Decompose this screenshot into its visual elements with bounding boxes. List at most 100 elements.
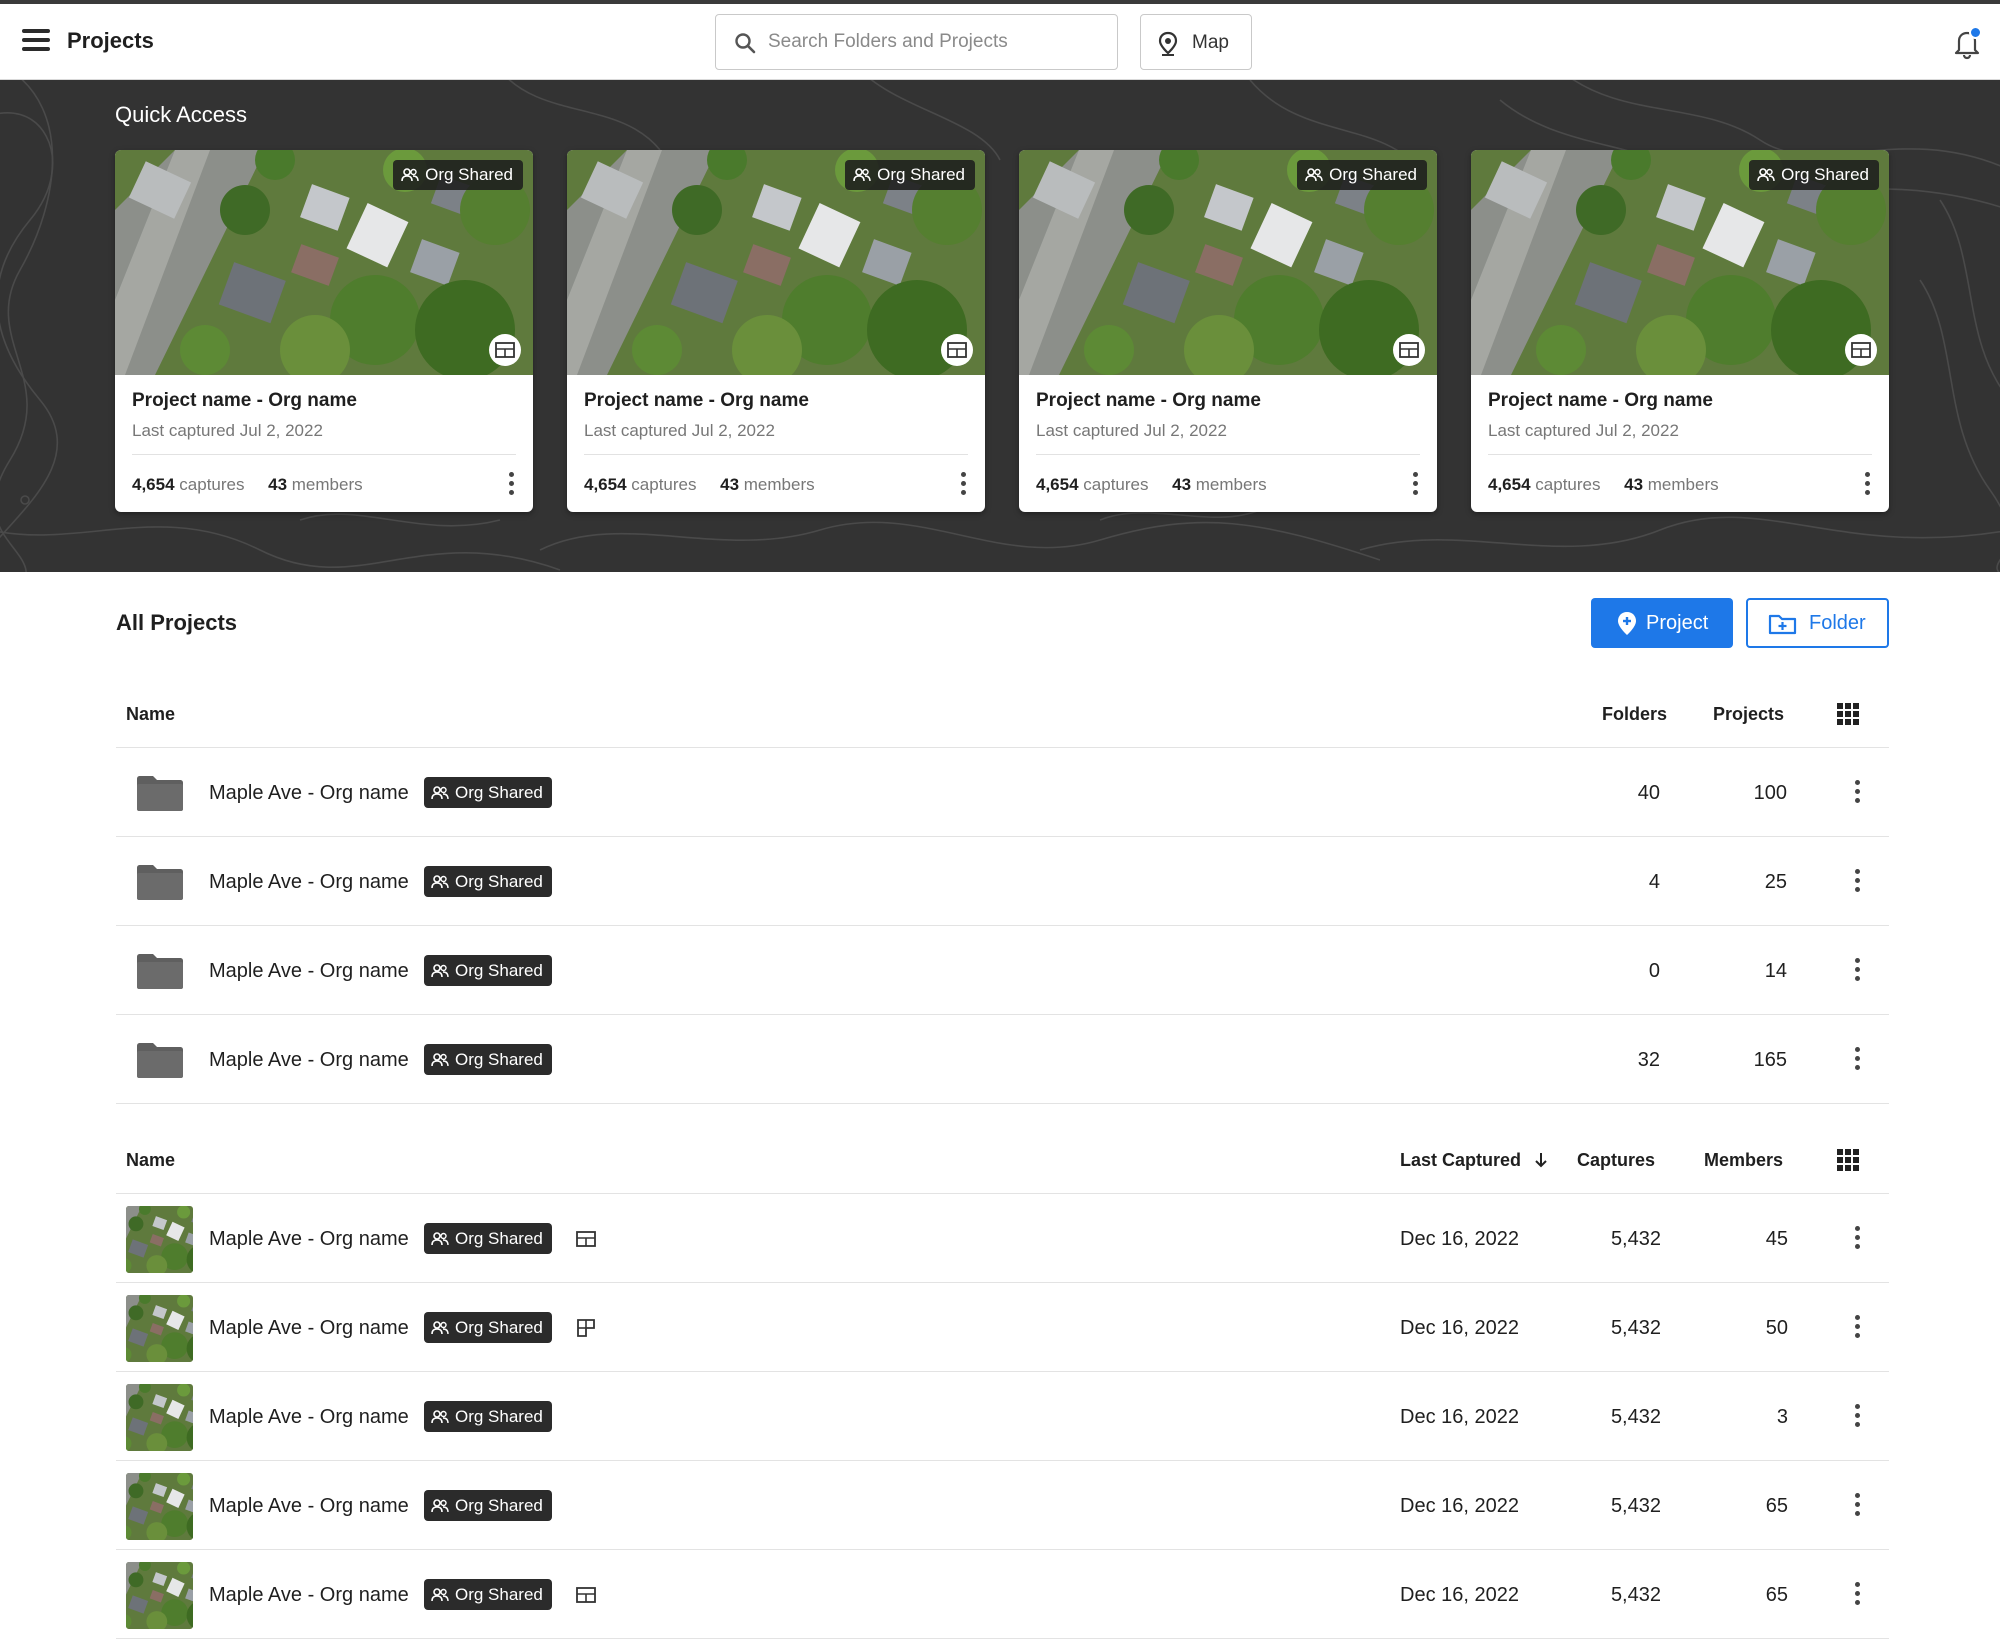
notification-bell-icon[interactable] — [1952, 26, 1982, 60]
grid-view-icon[interactable] — [1837, 703, 1859, 725]
badge-label: Org Shared — [455, 1229, 543, 1248]
folder-name[interactable]: Maple Ave - Org name — [209, 1049, 409, 1072]
project-name[interactable]: Maple Ave - Org name — [209, 1406, 409, 1429]
badge-label: Org Shared — [425, 165, 513, 184]
badge-label: Org Shared — [455, 1496, 543, 1515]
members-count: 3 — [1776, 1406, 1788, 1428]
folder-name[interactable]: Maple Ave - Org name — [209, 782, 409, 805]
org-shared-badge: Org Shared — [845, 160, 975, 190]
more-options-icon[interactable] — [1411, 472, 1419, 498]
search-input[interactable] — [768, 23, 1108, 61]
card-last-captured: Last captured Jul 2, 2022 — [132, 421, 323, 440]
more-options-icon[interactable] — [1853, 780, 1861, 806]
project-row[interactable]: Maple Ave - Org name Org Shared Dec 16, … — [116, 1550, 1889, 1639]
map-button[interactable]: Map — [1140, 14, 1252, 70]
more-options-icon[interactable] — [1853, 869, 1861, 895]
folder-icon — [137, 954, 183, 989]
grid-view-icon[interactable] — [1837, 1149, 1859, 1171]
projects-count: 25 — [1764, 871, 1787, 893]
quick-access-card[interactable]: Org Shared Project name - Org name Last … — [1019, 150, 1437, 512]
more-options-icon[interactable] — [959, 472, 967, 498]
layout-icon — [489, 334, 521, 366]
quick-access-card[interactable]: Org Shared Project name - Org name Last … — [567, 150, 985, 512]
more-options-icon[interactable] — [1853, 1493, 1861, 1519]
project-name[interactable]: Maple Ave - Org name — [209, 1228, 409, 1251]
more-options-icon[interactable] — [1853, 1582, 1861, 1608]
more-options-icon[interactable] — [1853, 1226, 1861, 1252]
last-captured-date: Dec 16, 2022 — [1400, 1584, 1519, 1606]
folder-row[interactable]: Maple Ave - Org name Org Shared 40 100 — [116, 748, 1889, 837]
header-captures[interactable]: Captures — [1577, 1150, 1655, 1171]
arrow-down-icon[interactable] — [1534, 1152, 1548, 1168]
layout-icon-glyph — [947, 342, 967, 358]
header-last-captured[interactable]: Last Captured — [1400, 1150, 1521, 1171]
users-icon — [431, 963, 449, 977]
more-options-icon[interactable] — [1853, 1315, 1861, 1341]
card-project-name: Project name - Org name — [1036, 390, 1261, 411]
page-title: Projects — [67, 28, 154, 53]
project-name[interactable]: Maple Ave - Org name — [209, 1584, 409, 1607]
more-options-icon[interactable] — [1853, 1047, 1861, 1073]
more-options-icon[interactable] — [507, 472, 515, 498]
card-last-captured: Last captured Jul 2, 2022 — [584, 421, 775, 440]
project-name[interactable]: Maple Ave - Org name — [209, 1495, 409, 1518]
members-label: members — [743, 475, 815, 494]
folder-row[interactable]: Maple Ave - Org name Org Shared 0 14 — [116, 926, 1889, 1015]
folder-plus-icon — [1768, 614, 1797, 635]
members-count: 43 — [1172, 475, 1192, 494]
captures-count: 4,654 — [584, 475, 627, 494]
project-name[interactable]: Maple Ave - Org name — [209, 1317, 409, 1340]
layout-icon-glyph — [1399, 342, 1419, 358]
org-shared-badge: Org Shared — [424, 1579, 552, 1610]
header-projects[interactable]: Projects — [1713, 704, 1784, 725]
folders-count: 4 — [1648, 871, 1660, 893]
more-options-icon[interactable] — [1853, 1404, 1861, 1430]
captures-label: captures — [631, 475, 697, 494]
quick-access-title: Quick Access — [115, 102, 248, 127]
card-divider — [1488, 454, 1872, 455]
project-row[interactable]: Maple Ave - Org name Org Shared Dec 16, … — [116, 1283, 1889, 1372]
members-count: 45 — [1765, 1228, 1788, 1250]
quick-access-card[interactable]: Org Shared Project name - Org name Last … — [1471, 150, 1889, 512]
header-members[interactable]: Members — [1704, 1150, 1783, 1171]
members-count: 50 — [1765, 1317, 1788, 1339]
project-thumbnail — [126, 1473, 193, 1540]
card-divider — [1036, 454, 1420, 455]
members-count: 65 — [1765, 1495, 1788, 1517]
project-row[interactable]: Maple Ave - Org name Org Shared Dec 16, … — [116, 1194, 1889, 1283]
users-icon — [431, 1320, 449, 1334]
map-pin-icon — [1158, 31, 1178, 56]
badge-label: Org Shared — [1781, 165, 1869, 184]
menu-icon[interactable] — [22, 29, 50, 53]
floorplan-icon-glyph — [577, 1319, 595, 1337]
folder-name[interactable]: Maple Ave - Org name — [209, 960, 409, 983]
project-row[interactable]: Maple Ave - Org name Org Shared Dec 16, … — [116, 1372, 1889, 1461]
members-count: 43 — [1624, 475, 1644, 494]
projects-table-header: Name Last Captured Captures Members — [116, 1124, 1889, 1194]
folder-row[interactable]: Maple Ave - Org name Org Shared 4 25 — [116, 837, 1889, 926]
card-last-captured: Last captured Jul 2, 2022 — [1036, 421, 1227, 440]
folders-count: 32 — [1637, 1049, 1660, 1071]
project-row[interactable]: Maple Ave - Org name Org Shared Dec 16, … — [116, 1461, 1889, 1550]
new-project-button[interactable]: Project — [1591, 598, 1733, 648]
badge-label: Org Shared — [455, 783, 543, 802]
new-project-label: Project — [1646, 612, 1709, 634]
layout-icon-glyph — [576, 1231, 596, 1247]
new-folder-button[interactable]: Folder — [1746, 598, 1889, 648]
users-icon — [431, 1587, 449, 1601]
quick-access-card[interactable]: Org Shared Project name - Org name Last … — [115, 150, 533, 512]
folder-row[interactable]: Maple Ave - Org name Org Shared 32 165 — [116, 1015, 1889, 1104]
folder-name[interactable]: Maple Ave - Org name — [209, 871, 409, 894]
captures-label: captures — [1083, 475, 1149, 494]
more-options-icon[interactable] — [1853, 958, 1861, 984]
card-project-name: Project name - Org name — [1488, 390, 1713, 411]
layout-icon-glyph — [495, 342, 515, 358]
captures-label: captures — [1535, 475, 1601, 494]
header-folders[interactable]: Folders — [1602, 704, 1667, 725]
layout-icon-glyph — [1851, 342, 1871, 358]
header-name[interactable]: Name — [126, 1150, 175, 1171]
search-box[interactable] — [715, 14, 1118, 70]
more-options-icon[interactable] — [1863, 472, 1871, 498]
header-name[interactable]: Name — [126, 704, 175, 725]
folders-table: Name Folders Projects Maple Ave - Org na… — [116, 678, 1889, 1104]
